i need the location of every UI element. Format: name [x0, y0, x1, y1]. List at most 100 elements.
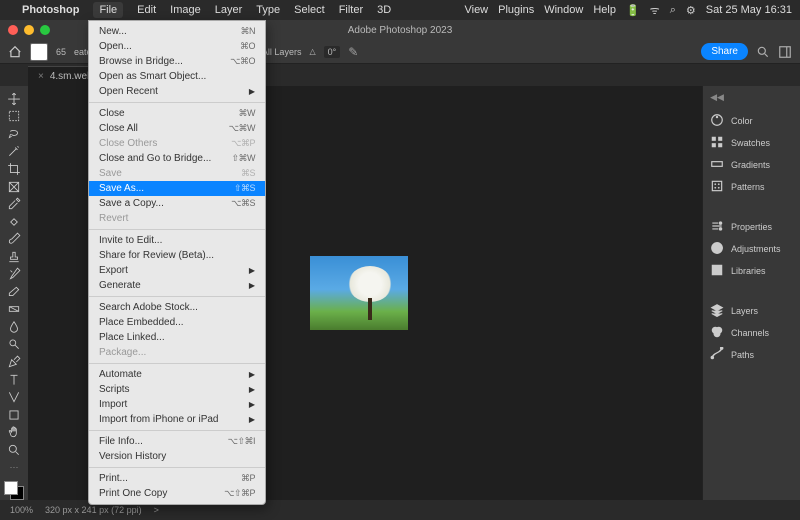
search-tool-icon[interactable]: [756, 45, 770, 59]
path-tool[interactable]: [2, 388, 26, 406]
eraser-tool[interactable]: [2, 283, 26, 301]
move-tool[interactable]: [2, 90, 26, 108]
gradients-panel-icon[interactable]: [707, 155, 727, 173]
file-menu-generate[interactable]: Generate▶: [89, 278, 265, 293]
properties-panel-label[interactable]: Properties: [731, 218, 800, 236]
marquee-tool[interactable]: [2, 108, 26, 126]
layers-panel-icon[interactable]: [707, 301, 727, 319]
brush-tool[interactable]: [2, 230, 26, 248]
file-menu-open-as-smart-object[interactable]: Open as Smart Object...: [89, 69, 265, 84]
file-menu-automate[interactable]: Automate▶: [89, 367, 265, 382]
control-center-icon[interactable]: ⚙: [686, 4, 696, 17]
pressure-icon[interactable]: ✎: [348, 45, 358, 59]
file-menu-import[interactable]: Import▶: [89, 397, 265, 412]
dodge-tool[interactable]: [2, 336, 26, 354]
file-menu-file-info[interactable]: File Info...⌥⇧⌘I: [89, 434, 265, 449]
menubar-file[interactable]: File: [93, 2, 123, 18]
stamp-tool[interactable]: [2, 248, 26, 266]
workspace-icon[interactable]: [778, 45, 792, 59]
frame-tool[interactable]: [2, 178, 26, 196]
menubar-edit[interactable]: Edit: [137, 4, 156, 16]
blur-tool[interactable]: [2, 318, 26, 336]
brush-preview-swatch[interactable]: [30, 43, 48, 61]
tool-overflow-icon[interactable]: ⋯: [10, 462, 19, 473]
file-menu-share-for-review-beta[interactable]: Share for Review (Beta)...: [89, 248, 265, 263]
file-menu-open[interactable]: Open...⌘O: [89, 39, 265, 54]
status-expand-icon[interactable]: >: [154, 505, 159, 515]
menubar-view[interactable]: View: [464, 4, 488, 16]
document-canvas[interactable]: [310, 256, 408, 330]
foreground-color-swatch[interactable]: [4, 481, 18, 495]
type-tool[interactable]: [2, 371, 26, 389]
layers-panel-label[interactable]: Layers: [731, 302, 800, 320]
libraries-panel-icon[interactable]: [707, 261, 727, 279]
menubar-type[interactable]: Type: [256, 4, 280, 16]
close-window-button[interactable]: [8, 25, 18, 35]
menubar-filter[interactable]: Filter: [339, 4, 363, 16]
file-menu-print[interactable]: Print...⌘P: [89, 471, 265, 486]
close-tab-icon[interactable]: ×: [38, 71, 44, 82]
file-menu-place-linked[interactable]: Place Linked...: [89, 330, 265, 345]
history-brush-tool[interactable]: [2, 265, 26, 283]
angle-field[interactable]: 0°: [324, 46, 341, 58]
menubar-clock[interactable]: Sat 25 May 16:31: [706, 4, 792, 16]
adjustments-panel-icon[interactable]: [707, 239, 727, 257]
file-menu-search-adobe-stock[interactable]: Search Adobe Stock...: [89, 300, 265, 315]
share-button[interactable]: Share: [701, 43, 748, 60]
channels-panel-label[interactable]: Channels: [731, 324, 800, 342]
file-menu-save-as[interactable]: Save As...⇧⌘S: [89, 181, 265, 196]
paths-panel-icon[interactable]: [707, 345, 727, 363]
file-menu-close-all[interactable]: Close All⌥⌘W: [89, 121, 265, 136]
file-menu-open-recent[interactable]: Open Recent▶: [89, 84, 265, 99]
file-menu-invite-to-edit[interactable]: Invite to Edit...: [89, 233, 265, 248]
patterns-panel-icon[interactable]: [707, 177, 727, 195]
file-menu-import-from-iphone-or-ipad[interactable]: Import from iPhone or iPad▶: [89, 412, 265, 427]
pen-tool[interactable]: [2, 353, 26, 371]
file-menu-browse-in-bridge[interactable]: Browse in Bridge...⌥⌘O: [89, 54, 265, 69]
color-panel-icon[interactable]: [707, 111, 727, 129]
zoom-tool[interactable]: [2, 441, 26, 459]
patterns-panel-label[interactable]: Patterns: [731, 178, 800, 196]
menubar-image[interactable]: Image: [170, 4, 201, 16]
minimize-window-button[interactable]: [24, 25, 34, 35]
file-menu-save-a-copy[interactable]: Save a Copy...⌥⌘S: [89, 196, 265, 211]
menubar-3d[interactable]: 3D: [377, 4, 391, 16]
gradients-panel-label[interactable]: Gradients: [731, 156, 800, 174]
wand-tool[interactable]: [2, 143, 26, 161]
file-menu-print-one-copy[interactable]: Print One Copy⌥⇧⌘P: [89, 486, 265, 501]
shape-tool[interactable]: [2, 406, 26, 424]
file-menu-new[interactable]: New...⌘N: [89, 24, 265, 39]
file-menu-close-and-go-to-bridge[interactable]: Close and Go to Bridge...⇧⌘W: [89, 151, 265, 166]
properties-panel-icon[interactable]: [707, 217, 727, 235]
crop-tool[interactable]: [2, 160, 26, 178]
healing-tool[interactable]: [2, 213, 26, 231]
adjustments-panel-label[interactable]: Adjustments: [731, 240, 800, 258]
maximize-window-button[interactable]: [40, 25, 50, 35]
menubar-plugins[interactable]: Plugins: [498, 4, 534, 16]
menubar-layer[interactable]: Layer: [215, 4, 243, 16]
traffic-lights[interactable]: [8, 25, 50, 35]
gradient-tool[interactable]: [2, 301, 26, 319]
hand-tool[interactable]: [2, 423, 26, 441]
swatches-panel-label[interactable]: Swatches: [731, 134, 800, 152]
zoom-level[interactable]: 100%: [10, 505, 33, 515]
paths-panel-label[interactable]: Paths: [731, 346, 800, 364]
file-menu-version-history[interactable]: Version History: [89, 449, 265, 464]
file-menu-scripts[interactable]: Scripts▶: [89, 382, 265, 397]
home-icon[interactable]: [8, 45, 22, 59]
libraries-panel-label[interactable]: Libraries: [731, 262, 800, 280]
panel-collapse-icon[interactable]: ◀◀: [710, 92, 724, 103]
file-menu-export[interactable]: Export▶: [89, 263, 265, 278]
search-icon[interactable]: ⌕: [670, 4, 676, 17]
lasso-tool[interactable]: [2, 125, 26, 143]
file-menu-place-embedded[interactable]: Place Embedded...: [89, 315, 265, 330]
color-swatches[interactable]: [4, 481, 24, 499]
eyedropper-tool[interactable]: [2, 195, 26, 213]
color-panel-label[interactable]: Color: [731, 112, 800, 130]
swatches-panel-icon[interactable]: [707, 133, 727, 151]
menubar-select[interactable]: Select: [294, 4, 325, 16]
file-menu-close[interactable]: Close⌘W: [89, 106, 265, 121]
menubar-window[interactable]: Window: [544, 4, 583, 16]
menubar-app-name[interactable]: Photoshop: [22, 4, 79, 16]
channels-panel-icon[interactable]: [707, 323, 727, 341]
